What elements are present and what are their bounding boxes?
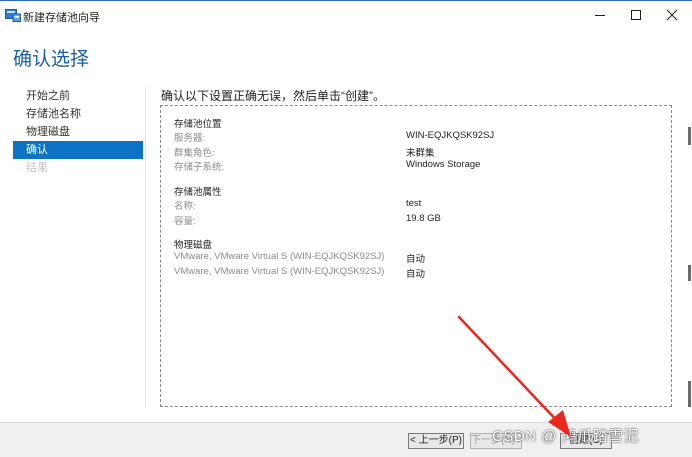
confirm-prompt: 确认以下设置正确无误，然后单击“创建”。 [161, 89, 385, 103]
summary-row: 名称: test [174, 198, 664, 213]
nav-step-pool-name[interactable]: 存储池名称 [13, 105, 143, 123]
page-heading: 确认选择 [13, 49, 90, 70]
nav-step-before-you-begin[interactable]: 开始之前 [13, 87, 143, 105]
row-label: 存储子系统: [174, 162, 225, 173]
row-value: 未群集 [406, 148, 435, 159]
summary-row: 群集角色: 未群集 [174, 145, 664, 160]
row-value: WIN-EQJKQSK92SJ [406, 130, 495, 141]
summary-panel: 存储池位置 服务器: WIN-EQJKQSK92SJ 群集角色: 未群集 存储子… [160, 105, 672, 407]
previous-button[interactable]: < 上一步(P) [408, 433, 464, 449]
nav-step-physical-disks[interactable]: 物理磁盘 [13, 123, 143, 141]
row-label: VMware, VMware Virtual S (WIN-EQJKQSK92S… [174, 266, 385, 277]
close-button[interactable] [654, 1, 690, 29]
row-value: 自动 [406, 269, 426, 280]
server-manager-icon [5, 8, 21, 22]
window-title: 新建存储池向导 [23, 12, 100, 24]
summary-row: 容量: 19.8 GB [174, 213, 664, 228]
summary-row: 存储子系统: Windows Storage [174, 159, 664, 174]
row-value: Windows Storage [406, 159, 481, 170]
section-title-physical-disks: 物理磁盘 [174, 240, 213, 251]
row-label: 服务器: [174, 133, 206, 144]
csdn-watermark: CSDN @ 鸿爪踏雪泥 [492, 428, 640, 445]
summary-row: VMware, VMware Virtual S (WIN-EQJKQSK92S… [174, 251, 664, 266]
summary-row: 服务器: WIN-EQJKQSK92SJ [174, 130, 664, 145]
row-value: 自动 [406, 254, 426, 265]
row-value: test [406, 198, 422, 209]
maximize-button[interactable] [618, 1, 654, 29]
row-label: 名称: [174, 201, 196, 212]
minimize-button[interactable] [582, 1, 618, 29]
summary-row: VMware, VMware Virtual S (WIN-EQJKQSK92S… [174, 266, 664, 281]
wizard-window: 新建存储池向导 确认选择 开始之前 存储池名称 物理磁盘 确认 结果 确认以下设… [0, 0, 692, 457]
scroll-mark [688, 265, 691, 281]
row-label: 容量: [174, 216, 196, 227]
scroll-mark [688, 381, 691, 407]
scroll-mark [688, 127, 691, 145]
wizard-step-nav: 开始之前 存储池名称 物理磁盘 确认 结果 [13, 87, 143, 177]
close-icon [666, 9, 678, 21]
section-title-pool-location: 存储池位置 [174, 119, 222, 130]
minimize-icon [595, 15, 605, 16]
row-label: 群集角色: [174, 148, 215, 159]
nav-step-confirmation[interactable]: 确认 [13, 141, 143, 159]
title-bar[interactable]: 新建存储池向导 [0, 1, 692, 31]
section-title-pool-properties: 存储池属性 [174, 187, 222, 198]
nav-step-results: 结果 [26, 162, 48, 174]
row-label: VMware, VMware Virtual S (WIN-EQJKQSK92S… [174, 251, 385, 262]
maximize-icon [631, 10, 641, 20]
row-value: 19.8 GB [406, 213, 441, 224]
nav-divider [145, 87, 146, 407]
